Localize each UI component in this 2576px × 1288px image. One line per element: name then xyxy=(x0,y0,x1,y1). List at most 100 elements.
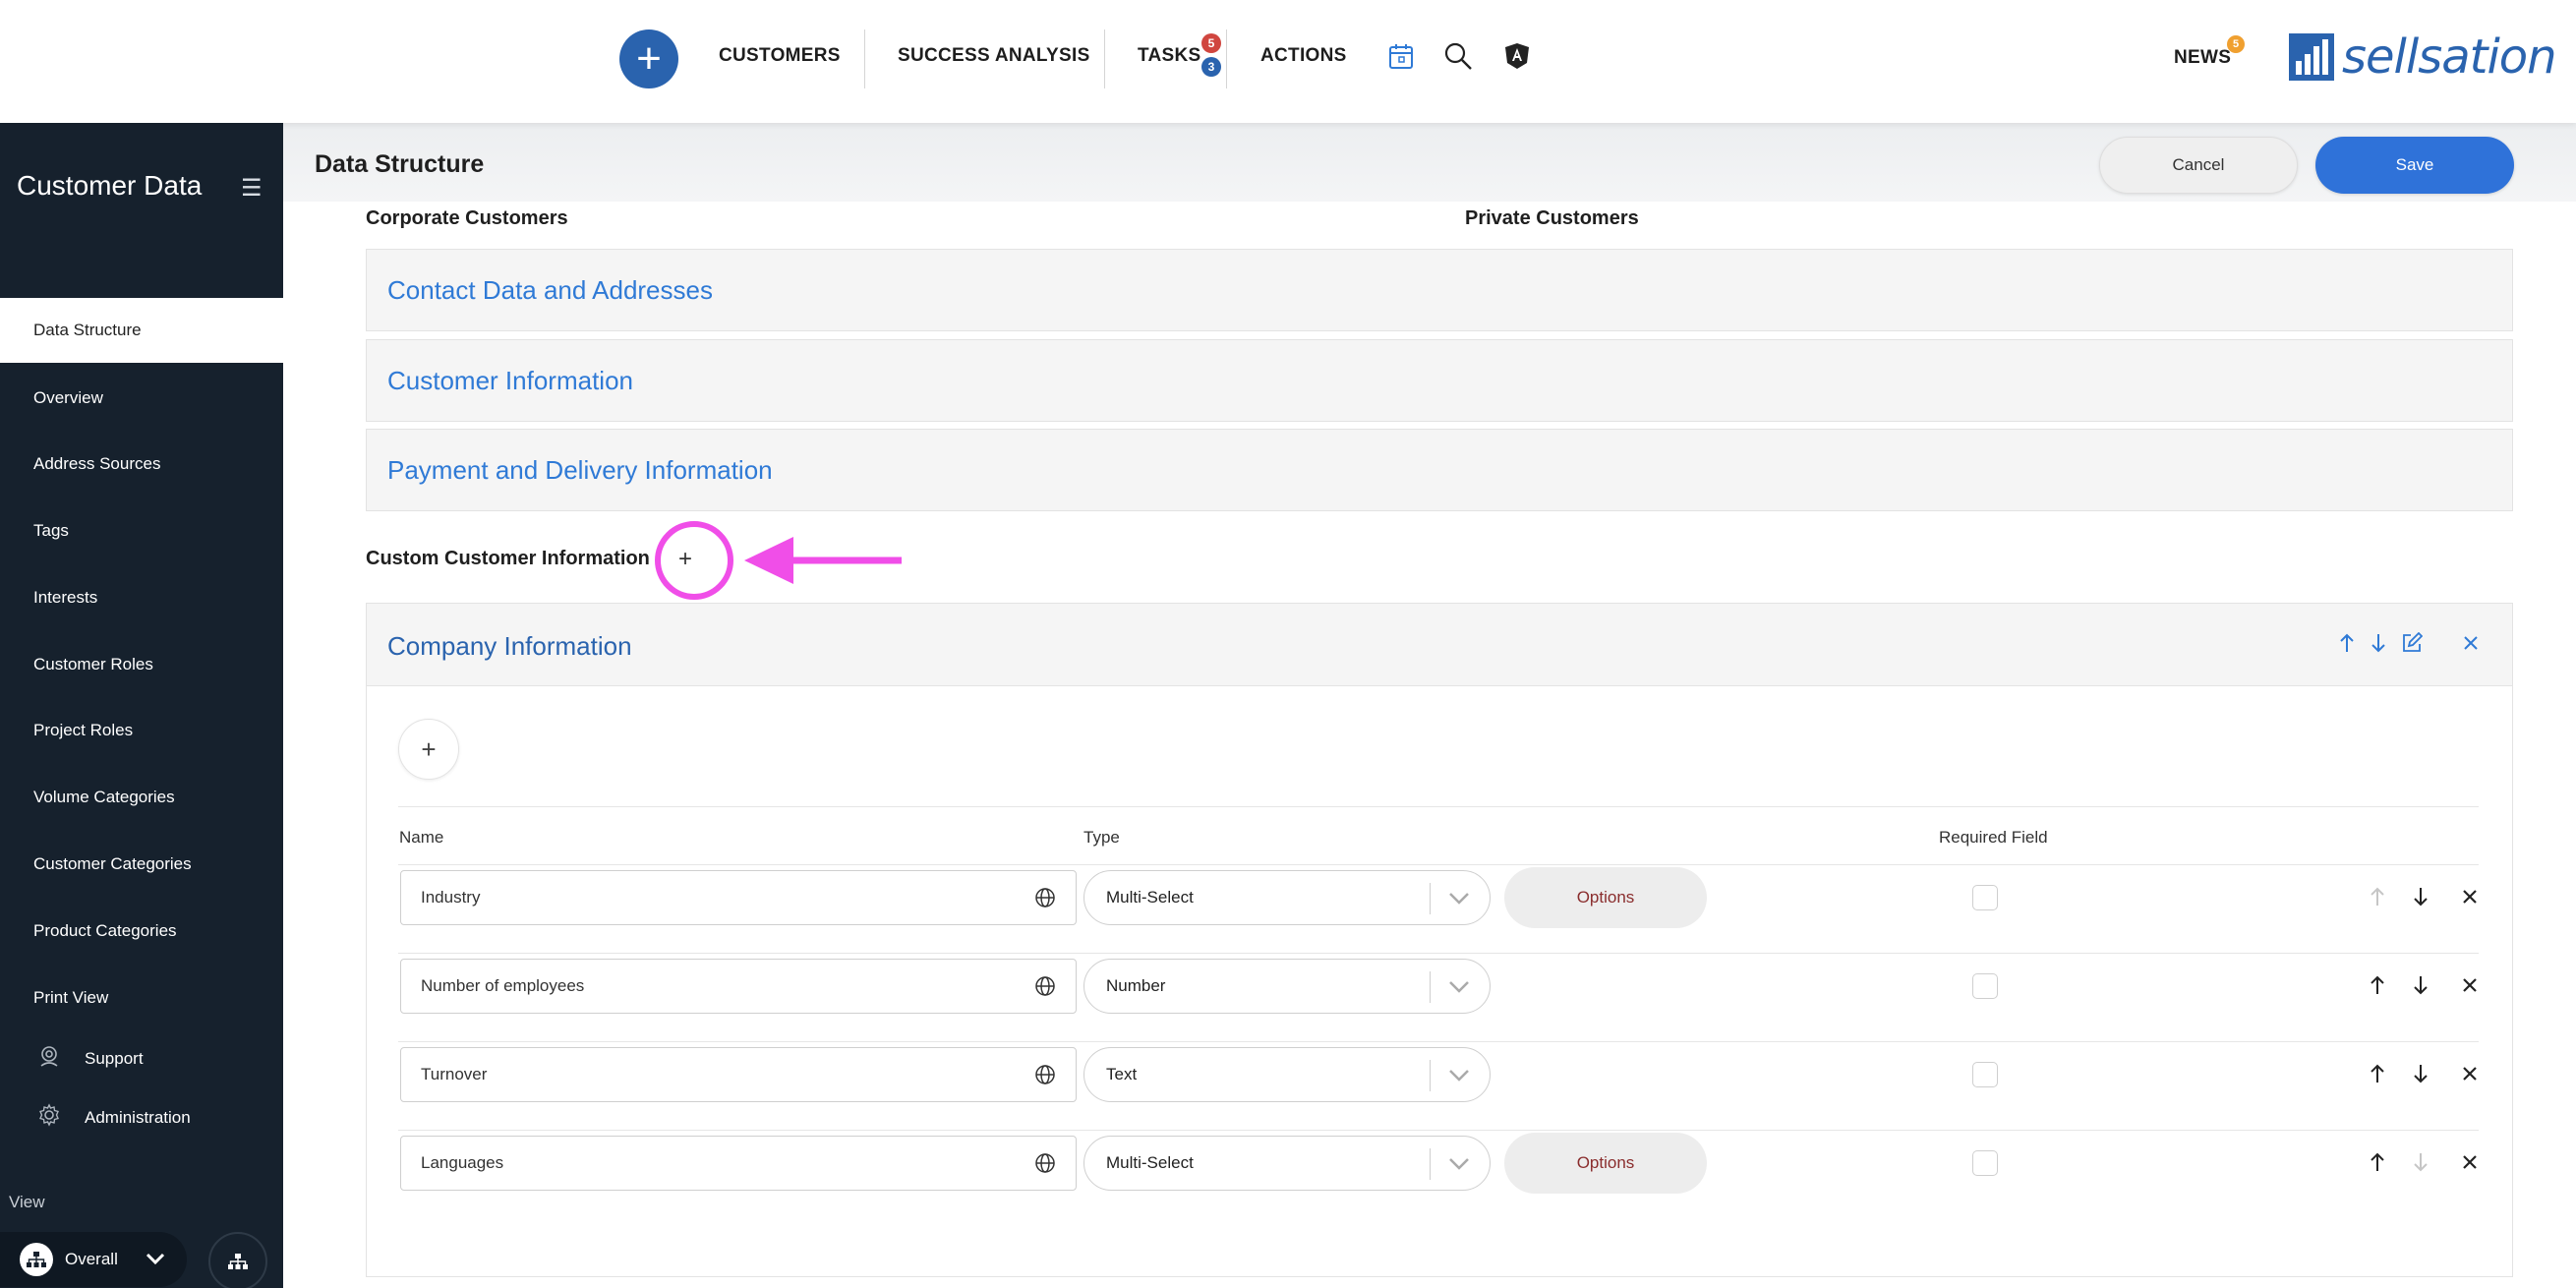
angular-shield-icon[interactable] xyxy=(1500,39,1534,73)
required-checkbox[interactable] xyxy=(1972,1062,1998,1087)
tab-corporate-customers[interactable]: Corporate Customers xyxy=(366,207,568,230)
options-button[interactable]: Options xyxy=(1504,867,1707,928)
field-name-value: Number of employees xyxy=(421,976,585,995)
field-name-input[interactable]: Industry xyxy=(400,870,1077,925)
delete-icon[interactable] xyxy=(2456,1148,2484,1176)
sidebar-item-interests[interactable]: Interests xyxy=(0,565,283,630)
add-field-button[interactable]: + xyxy=(398,719,459,780)
edit-icon[interactable] xyxy=(2398,629,2426,657)
sidebar-item-project-roles[interactable]: Project Roles xyxy=(0,698,283,763)
move-down-icon[interactable] xyxy=(2365,629,2392,657)
field-name-input[interactable]: Languages xyxy=(400,1136,1077,1191)
news-badge: 5 xyxy=(2227,35,2245,53)
delete-icon[interactable] xyxy=(2456,1060,2484,1087)
hamburger-menu-icon[interactable]: ☰ xyxy=(241,174,263,203)
chevron-down-icon xyxy=(1449,1158,1469,1170)
section-customer-information[interactable]: Customer Information xyxy=(366,339,2513,422)
nav-success-analysis[interactable]: SUCCESS ANALYSIS xyxy=(898,45,1090,67)
company-information-title: Company Information xyxy=(387,631,632,661)
select-divider xyxy=(1430,1060,1431,1091)
select-divider xyxy=(1430,883,1431,914)
move-down-icon[interactable] xyxy=(2407,883,2434,910)
highlight-circle xyxy=(655,521,733,600)
view-label: View xyxy=(9,1193,45,1211)
globe-icon[interactable] xyxy=(1034,975,1056,997)
field-type-select[interactable]: Text xyxy=(1083,1047,1491,1102)
org-structure-button[interactable] xyxy=(208,1232,267,1288)
sidebar-item-print-view[interactable]: Print View xyxy=(0,966,283,1030)
nav-tasks[interactable]: TASKS xyxy=(1138,45,1200,67)
add-icon[interactable]: + xyxy=(619,29,678,88)
cancel-button[interactable]: Cancel xyxy=(2099,137,2298,194)
section-contact-data[interactable]: Contact Data and Addresses xyxy=(366,249,2513,331)
section-payment-delivery[interactable]: Payment and Delivery Information xyxy=(366,429,2513,511)
chevron-down-icon xyxy=(146,1250,165,1269)
top-navigation: + CUSTOMERS SUCCESS ANALYSIS TASKS 5 3 A… xyxy=(0,0,2576,123)
options-button[interactable]: Options xyxy=(1504,1133,1707,1194)
table-row: Industry Multi-Select Options xyxy=(398,864,2479,953)
move-up-icon[interactable] xyxy=(2364,971,2391,999)
select-divider xyxy=(1430,1148,1431,1180)
move-down-icon[interactable] xyxy=(2407,1060,2434,1087)
company-information-header: Company Information xyxy=(367,604,2512,686)
page-title: Data Structure xyxy=(315,150,485,178)
nav-divider xyxy=(1104,29,1105,88)
field-type-select[interactable]: Number xyxy=(1083,959,1491,1014)
field-type-value: Multi-Select xyxy=(1106,1153,1194,1172)
org-chart-icon xyxy=(20,1243,53,1276)
move-up-icon[interactable] xyxy=(2364,1060,2391,1087)
move-down-icon xyxy=(2407,1148,2434,1176)
globe-icon[interactable] xyxy=(1034,887,1056,908)
nav-news[interactable]: NEWS xyxy=(2174,47,2231,69)
select-divider xyxy=(1430,971,1431,1003)
sidebar-item-data-structure[interactable]: Data Structure xyxy=(0,298,283,363)
required-checkbox[interactable] xyxy=(1972,885,1998,910)
delete-icon[interactable] xyxy=(2456,971,2484,999)
sidebar-item-overview[interactable]: Overview xyxy=(0,366,283,431)
field-type-value: Text xyxy=(1106,1065,1138,1083)
column-header-name: Name xyxy=(399,828,444,847)
field-name-input[interactable]: Number of employees xyxy=(400,959,1077,1014)
chevron-down-icon xyxy=(1449,893,1469,905)
sidebar-item-customer-categories[interactable]: Customer Categories xyxy=(0,832,283,897)
delete-icon[interactable] xyxy=(2456,883,2484,910)
pointer-arrow-icon xyxy=(744,537,902,584)
calendar-icon[interactable] xyxy=(1384,39,1418,73)
move-up-icon[interactable] xyxy=(2333,629,2361,657)
save-button[interactable]: Save xyxy=(2315,137,2514,194)
logo-bars-icon xyxy=(2289,33,2334,81)
close-icon[interactable] xyxy=(2457,629,2485,657)
field-type-value: Number xyxy=(1106,976,1166,995)
required-checkbox[interactable] xyxy=(1972,1150,1998,1176)
field-type-select[interactable]: Multi-Select xyxy=(1083,870,1491,925)
move-up-icon[interactable] xyxy=(2364,1148,2391,1176)
sidebar-item-customer-roles[interactable]: Customer Roles xyxy=(0,632,283,697)
required-checkbox[interactable] xyxy=(1972,973,1998,999)
view-selector[interactable]: Overall xyxy=(0,1232,187,1287)
tasks-badge-blue: 3 xyxy=(1201,57,1221,77)
sidebar-item-administration[interactable]: Administration xyxy=(0,1085,283,1150)
field-name-value: Languages xyxy=(421,1153,504,1172)
sidebar-title: Customer Data xyxy=(17,170,203,201)
org-chart-icon xyxy=(228,1254,248,1269)
support-icon xyxy=(37,1044,63,1074)
company-information-card: Company Information + Name Type Required… xyxy=(366,603,2513,1277)
sidebar-item-product-categories[interactable]: Product Categories xyxy=(0,899,283,964)
page-header: Data Structure Cancel Save xyxy=(283,123,2576,202)
field-type-select[interactable]: Multi-Select xyxy=(1083,1136,1491,1191)
nav-divider xyxy=(864,29,865,88)
nav-actions[interactable]: ACTIONS xyxy=(1260,45,1347,67)
field-name-value: Turnover xyxy=(421,1065,488,1083)
globe-icon[interactable] xyxy=(1034,1064,1056,1085)
move-down-icon[interactable] xyxy=(2407,971,2434,999)
sidebar-item-tags[interactable]: Tags xyxy=(0,498,283,563)
search-icon[interactable] xyxy=(1441,39,1475,73)
field-name-input[interactable]: Turnover xyxy=(400,1047,1077,1102)
nav-customers[interactable]: CUSTOMERS xyxy=(719,45,841,67)
tab-private-customers[interactable]: Private Customers xyxy=(1465,207,1639,230)
sidebar-item-address-sources[interactable]: Address Sources xyxy=(0,432,283,497)
column-header-required: Required Field xyxy=(1939,828,2048,847)
sidebar-item-support[interactable]: Support xyxy=(0,1026,283,1091)
sidebar-item-volume-categories[interactable]: Volume Categories xyxy=(0,765,283,830)
globe-icon[interactable] xyxy=(1034,1152,1056,1174)
